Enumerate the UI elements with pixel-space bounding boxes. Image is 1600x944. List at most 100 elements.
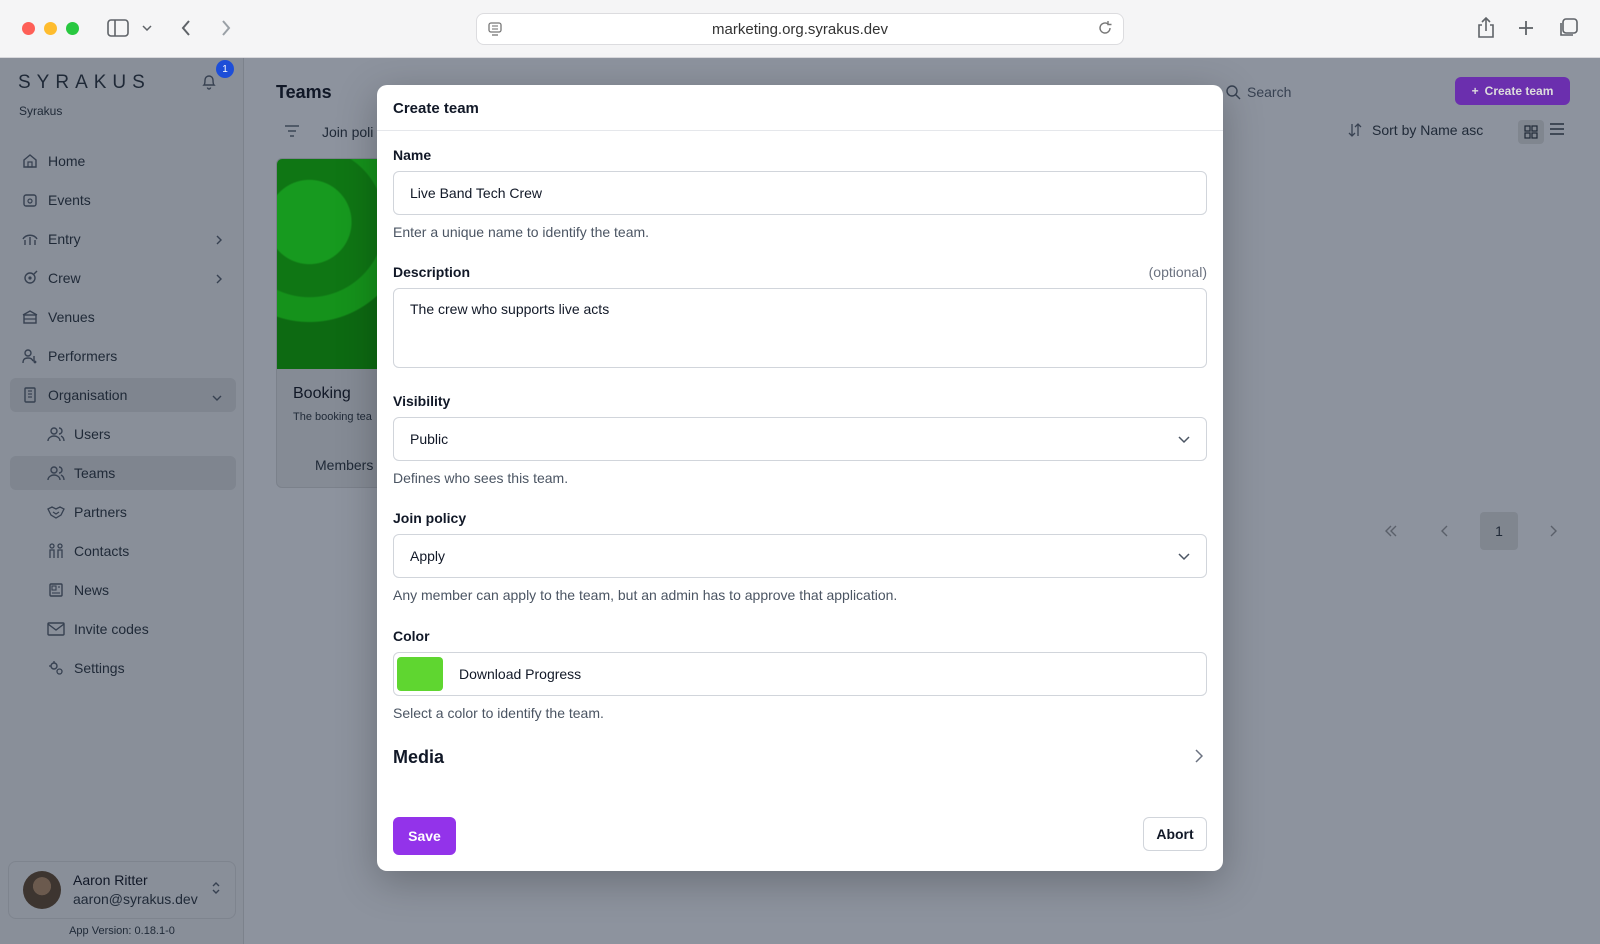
minimize-window-button[interactable] xyxy=(44,22,57,35)
create-team-dialog: Create team Name Live Band Tech Crew Ent… xyxy=(377,85,1223,871)
mail-icon xyxy=(46,619,66,639)
team-icon xyxy=(46,463,66,483)
dialog-header: Create team xyxy=(377,85,1223,131)
bell-icon[interactable] xyxy=(202,74,216,95)
team-name: Booking xyxy=(293,385,351,402)
sidebar-toggle-icon[interactable] xyxy=(106,16,130,40)
sidebar-item-contacts[interactable]: Contacts xyxy=(10,534,236,568)
new-tab-icon[interactable] xyxy=(1515,16,1537,40)
chevron-down-icon xyxy=(1178,548,1190,564)
app-logo: SYRAKUS xyxy=(18,72,151,93)
join-policy-help-text: Any member can apply to the team, but an… xyxy=(393,587,898,603)
chevron-right-icon xyxy=(216,232,222,248)
media-section-toggle[interactable]: Media xyxy=(393,747,444,768)
previous-page-icon[interactable] xyxy=(1426,512,1464,550)
first-page-icon[interactable] xyxy=(1372,512,1410,550)
name-value: Live Band Tech Crew xyxy=(410,185,543,201)
team-members-link[interactable]: Members xyxy=(315,457,373,473)
plus-icon: + xyxy=(1471,84,1479,98)
sort-label: Sort by Name asc xyxy=(1372,122,1484,138)
sidebar-item-entry[interactable]: Entry xyxy=(10,222,236,256)
url-bar[interactable]: marketing.org.syrakus.dev xyxy=(476,13,1124,45)
color-picker[interactable]: Download Progress xyxy=(393,652,1207,696)
sidebar: SYRAKUS Syrakus 1 Home Events Entry Crew… xyxy=(0,58,244,944)
sidebar-item-events[interactable]: Events xyxy=(10,183,236,217)
sidebar-item-label: Settings xyxy=(74,660,125,676)
visibility-select[interactable]: Public xyxy=(393,417,1207,461)
url-text: marketing.org.syrakus.dev xyxy=(712,20,888,38)
forward-icon[interactable] xyxy=(216,16,236,40)
org-name: Syrakus xyxy=(19,104,63,118)
page-info-icon[interactable] xyxy=(487,21,503,42)
sidebar-item-label: Events xyxy=(48,192,91,208)
join-policy-label: Join policy xyxy=(393,510,467,526)
sidebar-item-label: Contacts xyxy=(74,543,130,559)
color-help-text: Select a color to identify the team. xyxy=(393,705,604,721)
reload-icon[interactable] xyxy=(1097,20,1113,41)
sidebar-item-news[interactable]: News xyxy=(10,573,236,607)
name-input[interactable]: Live Band Tech Crew xyxy=(393,171,1207,215)
sidebar-item-settings[interactable]: Settings xyxy=(10,651,236,685)
list-view-icon[interactable] xyxy=(1549,122,1565,141)
visibility-help-text: Defines who sees this team. xyxy=(393,470,569,486)
app-version: App Version: 0.18.1-0 xyxy=(69,925,175,937)
sidebar-item-partners[interactable]: Partners xyxy=(10,495,236,529)
team-card[interactable]: Booking The booking tea Members xyxy=(276,158,386,488)
sidebar-item-label: News xyxy=(74,582,110,598)
sidebar-item-label: Partners xyxy=(74,504,127,520)
join-policy-select[interactable]: Apply xyxy=(393,534,1207,578)
tab-overview-icon[interactable] xyxy=(1557,16,1579,40)
sidebar-item-teams[interactable]: Teams xyxy=(10,456,236,490)
color-label: Color xyxy=(393,628,430,644)
sidebar-item-home[interactable]: Home xyxy=(10,144,236,178)
sidebar-item-organisation[interactable]: Organisation xyxy=(10,378,236,412)
join-policy-filter[interactable]: Join poli xyxy=(322,124,373,140)
sidebar-item-label: Teams xyxy=(74,465,116,481)
name-help-text: Enter a unique name to identify the team… xyxy=(393,224,650,240)
sidebar-item-crew[interactable]: Crew xyxy=(10,261,236,295)
sidebar-item-label: Performers xyxy=(48,348,118,364)
sidebar-item-performers[interactable]: Performers xyxy=(10,339,236,373)
building-icon xyxy=(20,385,40,405)
save-button[interactable]: Save xyxy=(393,817,456,855)
chevron-right-icon[interactable] xyxy=(1195,749,1204,768)
current-page[interactable]: 1 xyxy=(1480,512,1518,550)
description-textarea[interactable]: The crew who supports live acts xyxy=(393,288,1207,368)
abort-button[interactable]: Abort xyxy=(1143,817,1207,851)
chevron-up-down-icon xyxy=(211,880,221,901)
share-icon[interactable] xyxy=(1475,16,1497,40)
handshake-icon xyxy=(46,502,66,522)
sidebar-item-label: Crew xyxy=(48,270,81,286)
user-email: aaron@syrakus.dev xyxy=(73,891,198,907)
avatar xyxy=(23,871,61,909)
visibility-value: Public xyxy=(410,431,449,447)
grid-view-icon[interactable] xyxy=(1518,120,1544,144)
create-team-button[interactable]: + Create team xyxy=(1455,77,1570,105)
newspaper-icon xyxy=(46,580,66,600)
calendar-icon xyxy=(20,190,40,210)
user-menu[interactable]: Aaron Ritter aaron@syrakus.dev xyxy=(8,861,236,919)
join-policy-value: Apply xyxy=(410,548,446,564)
sidebar-item-label: Entry xyxy=(48,231,81,247)
sidebar-item-invite-codes[interactable]: Invite codes xyxy=(10,612,236,646)
sort-control[interactable]: Sort by Name asc xyxy=(1348,122,1483,138)
team-image xyxy=(277,159,385,369)
sort-icon xyxy=(1348,122,1362,138)
sidebar-item-users[interactable]: Users xyxy=(10,417,236,451)
sidebar-item-venues[interactable]: Venues xyxy=(10,300,236,334)
create-team-label: Create team xyxy=(1484,84,1554,98)
pagination: 1 xyxy=(1372,512,1572,550)
sidebar-item-label: Invite codes xyxy=(74,621,149,637)
color-swatch[interactable] xyxy=(397,657,443,691)
user-name: Aaron Ritter xyxy=(73,872,148,888)
page-title: Teams xyxy=(276,82,332,102)
maximize-window-button[interactable] xyxy=(66,22,79,35)
next-page-icon[interactable] xyxy=(1534,512,1572,550)
back-icon[interactable] xyxy=(176,16,196,40)
filter-icon[interactable] xyxy=(284,124,300,142)
close-window-button[interactable] xyxy=(22,22,35,35)
search-input[interactable]: Search xyxy=(1226,78,1446,106)
chevron-down-icon[interactable] xyxy=(140,16,154,40)
description-label: Description xyxy=(393,264,471,280)
search-placeholder: Search xyxy=(1247,84,1292,100)
